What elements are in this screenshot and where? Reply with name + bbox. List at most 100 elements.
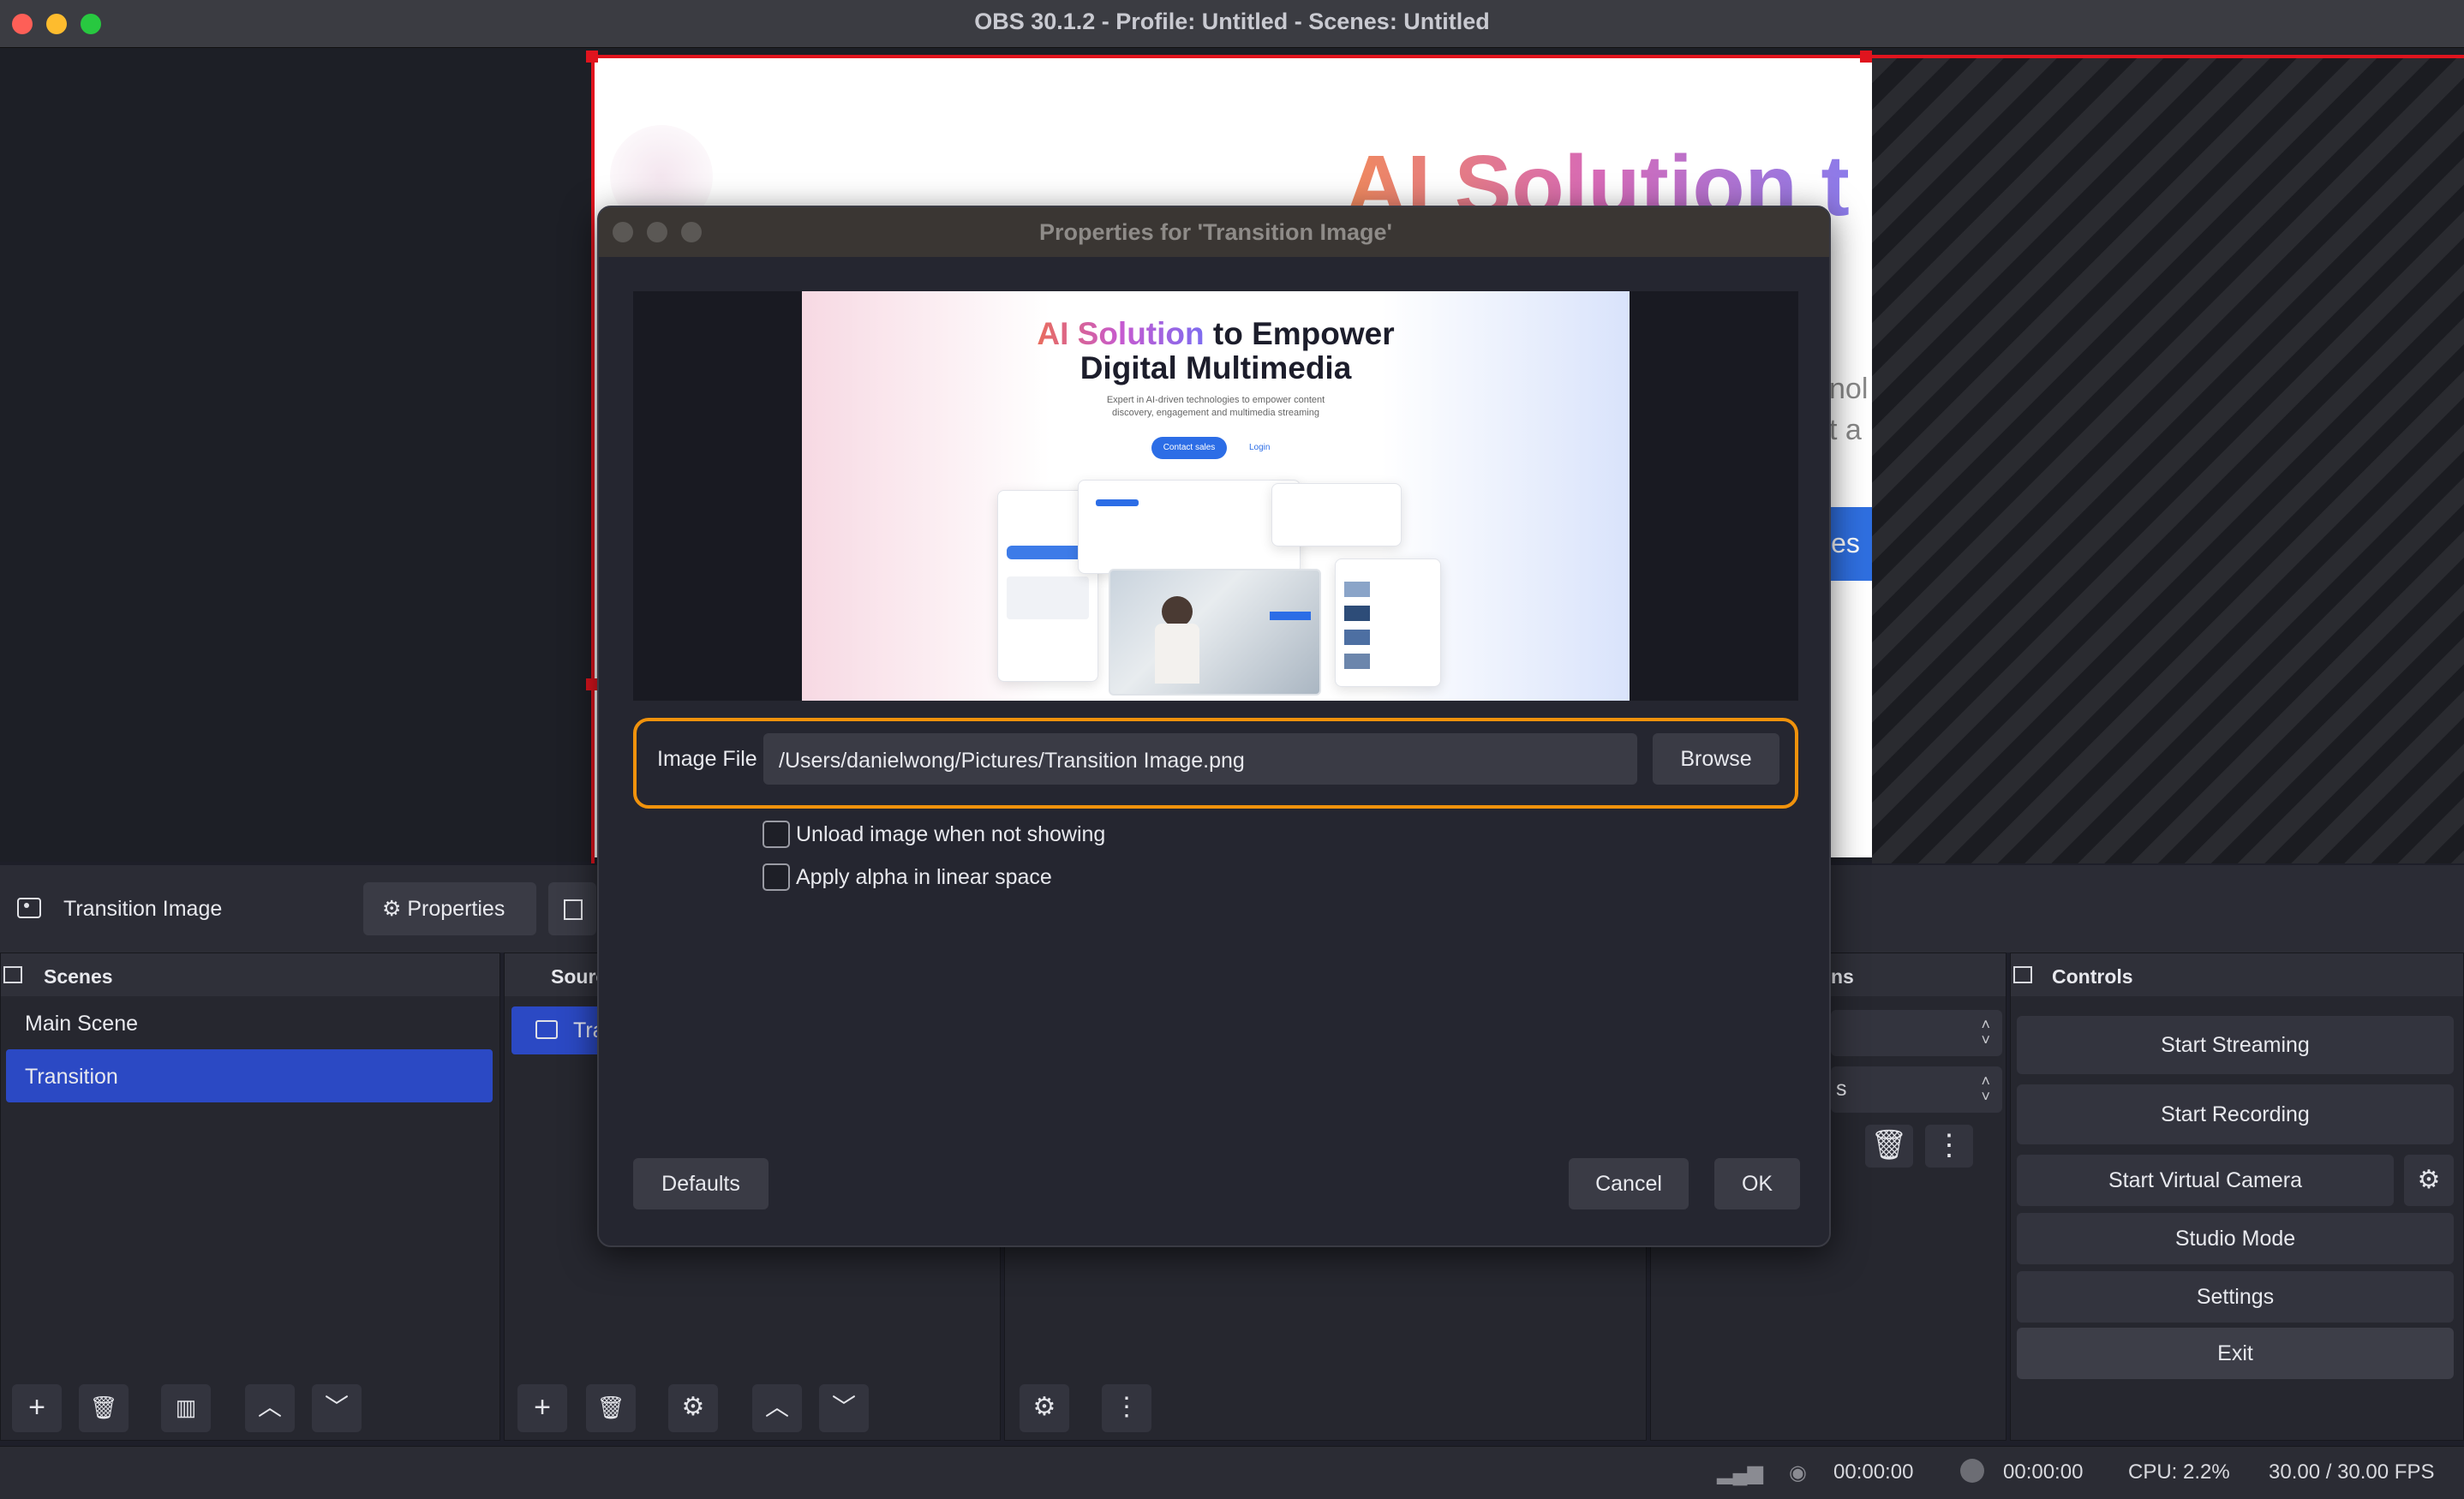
- controls-dock-title: Controls: [2011, 953, 2463, 996]
- filter-icon: [564, 899, 583, 920]
- stream-time: 00:00:00: [1833, 1460, 1914, 1484]
- source-properties-button[interactable]: ⚙: [668, 1384, 718, 1432]
- selection-border: [593, 55, 2464, 58]
- dock-icon: [2010, 964, 2036, 987]
- transition-menu-button[interactable]: ⋮: [1925, 1125, 1973, 1168]
- thumbnail-headline-accent: AI Solution: [1037, 316, 1205, 351]
- add-scene-button[interactable]: +: [12, 1384, 62, 1432]
- dialog-title: Properties for 'Transition Image': [1039, 219, 1392, 245]
- network-strength-icon: ▂▄▆: [1717, 1461, 1763, 1484]
- image-thumbnail: AI Solution to Empower Digital Multimedi…: [802, 291, 1630, 701]
- more-vertical-icon: ⋮: [1935, 1129, 1964, 1162]
- properties-dialog: Properties for 'Transition Image' AI Sol…: [597, 206, 1831, 1247]
- more-vertical-icon: ⋮: [1114, 1393, 1139, 1421]
- preview-text-fragment: nol: [1829, 373, 1869, 405]
- defaults-button[interactable]: Defaults: [633, 1158, 769, 1209]
- chevron-up-icon: ︿: [257, 1394, 282, 1420]
- move-scene-down-button[interactable]: ﹀: [312, 1384, 362, 1432]
- scene-item-selected[interactable]: Transition: [6, 1049, 493, 1102]
- preview-text-fragment: t a: [1829, 414, 1862, 446]
- ok-button[interactable]: OK: [1714, 1158, 1800, 1209]
- scenes-dock: Scenes Main Scene Transition: [0, 953, 500, 1441]
- image-file-row: Image File /Users/danielwong/Pictures/Tr…: [633, 718, 1798, 809]
- scenes-dock-title: Scenes: [1, 953, 499, 996]
- recording-icon: [1960, 1459, 1984, 1483]
- mockup-stats-card: [1271, 483, 1402, 546]
- trash-icon: 🗑: [1870, 1129, 1908, 1162]
- mockup-video-frame: [1109, 569, 1321, 696]
- chevron-updown-icon: ˄ ˅: [1981, 1016, 1990, 1048]
- chevron-down-icon: ﹀: [324, 1394, 349, 1420]
- thumbnail-headline-line2: Digital Multimedia: [1079, 350, 1352, 385]
- audio-mixer-menu-button[interactable]: ⋮: [1102, 1384, 1151, 1432]
- chevron-updown-icon: ˄ ˅: [1981, 1072, 1990, 1105]
- linear-alpha-checkbox[interactable]: [763, 863, 790, 891]
- thumbnail-contact-button: Contact sales: [1151, 437, 1227, 459]
- gears-icon: ⚙: [1032, 1393, 1056, 1421]
- window-titlebar: OBS 30.1.2 - Profile: Untitled - Scenes:…: [0, 0, 2464, 48]
- move-source-down-button[interactable]: ﹀: [819, 1384, 869, 1432]
- resize-handle[interactable]: [586, 51, 598, 63]
- gear-icon: ⚙: [681, 1393, 705, 1421]
- status-bar: ▂▄▆ ◉ 00:00:00 00:00:00 CPU: 2.2% 30.00 …: [0, 1446, 2464, 1499]
- move-source-up-button[interactable]: ︿: [752, 1384, 802, 1432]
- properties-label: Properties: [407, 897, 505, 921]
- advanced-audio-button[interactable]: ⚙: [1020, 1384, 1069, 1432]
- thumbnail-headline: AI Solution to Empower Digital Multimedi…: [802, 317, 1630, 385]
- selection-border: [591, 55, 595, 863]
- move-scene-up-button[interactable]: ︿: [245, 1384, 295, 1432]
- start-streaming-button[interactable]: Start Streaming: [2017, 1016, 2454, 1074]
- thumbnail-login-link: Login: [1249, 443, 1271, 452]
- filters-button[interactable]: [548, 882, 596, 935]
- cancel-button[interactable]: Cancel: [1569, 1158, 1689, 1209]
- filter-icon: ▥: [175, 1394, 197, 1420]
- scene-filters-button[interactable]: ▥: [161, 1384, 211, 1432]
- image-file-label: Image File: [657, 747, 757, 771]
- trash-icon: 🗑: [596, 1394, 625, 1420]
- mockup-recommended-list: [1335, 558, 1441, 687]
- properties-button[interactable]: ⚙ Properties: [363, 882, 536, 935]
- browse-button[interactable]: Browse: [1653, 733, 1779, 785]
- exit-button[interactable]: Exit: [2017, 1328, 2454, 1379]
- chevron-down-icon: ﹀: [831, 1394, 856, 1420]
- settings-button[interactable]: Settings: [2017, 1271, 2454, 1323]
- chevron-up-icon: ︿: [764, 1394, 789, 1420]
- gear-icon: ⚙: [2417, 1166, 2441, 1194]
- image-icon: [535, 1020, 558, 1039]
- mockup-analytics-panel: [1078, 480, 1301, 574]
- duration-fragment: s: [1836, 1077, 1847, 1101]
- transition-select[interactable]: ˄ ˅: [1831, 1010, 2002, 1056]
- window-title: OBS 30.1.2 - Profile: Untitled - Scenes:…: [974, 9, 1490, 34]
- image-icon: [17, 898, 41, 918]
- cpu-usage: CPU: 2.2%: [2128, 1460, 2230, 1484]
- remove-source-button[interactable]: 🗑: [586, 1384, 636, 1432]
- unload-image-checkbox[interactable]: [763, 821, 790, 848]
- virtual-camera-settings-button[interactable]: ⚙: [2404, 1155, 2454, 1206]
- dock-icon: [0, 964, 26, 987]
- remove-transition-button[interactable]: 🗑: [1865, 1125, 1913, 1168]
- thumbnail-headline-rest: to Empower: [1204, 316, 1395, 351]
- plus-icon: +: [534, 1391, 551, 1424]
- remove-scene-button[interactable]: 🗑: [79, 1384, 129, 1432]
- thumbnail-subtitle: Expert in AI-driven technologies to empo…: [1106, 395, 1325, 418]
- fps-readout: 30.00 / 30.00 FPS: [2269, 1460, 2435, 1484]
- selected-source-name: Transition Image: [63, 897, 223, 921]
- add-source-button[interactable]: +: [517, 1384, 567, 1432]
- resize-handle[interactable]: [586, 678, 598, 690]
- plus-icon: +: [28, 1391, 45, 1424]
- linear-alpha-label: Apply alpha in linear space: [796, 865, 1052, 889]
- duration-spinbox[interactable]: s ˄ ˅: [1831, 1066, 2002, 1113]
- resize-handle[interactable]: [1860, 51, 1872, 63]
- studio-mode-button[interactable]: Studio Mode: [2017, 1213, 2454, 1264]
- streaming-icon: ◉: [1789, 1461, 1807, 1484]
- unload-image-label: Unload image when not showing: [796, 822, 1106, 846]
- record-time: 00:00:00: [2003, 1460, 2084, 1484]
- start-recording-button[interactable]: Start Recording: [2017, 1084, 2454, 1144]
- gear-icon: ⚙: [382, 897, 402, 921]
- start-virtual-camera-button[interactable]: Start Virtual Camera: [2017, 1155, 2394, 1206]
- trash-icon: 🗑: [89, 1394, 118, 1420]
- scene-item[interactable]: Main Scene: [1, 996, 499, 1049]
- preview-empty-area: [1872, 57, 2464, 863]
- image-file-path-input[interactable]: /Users/danielwong/Pictures/Transition Im…: [763, 733, 1637, 785]
- dialog-titlebar: Properties for 'Transition Image': [599, 207, 1829, 257]
